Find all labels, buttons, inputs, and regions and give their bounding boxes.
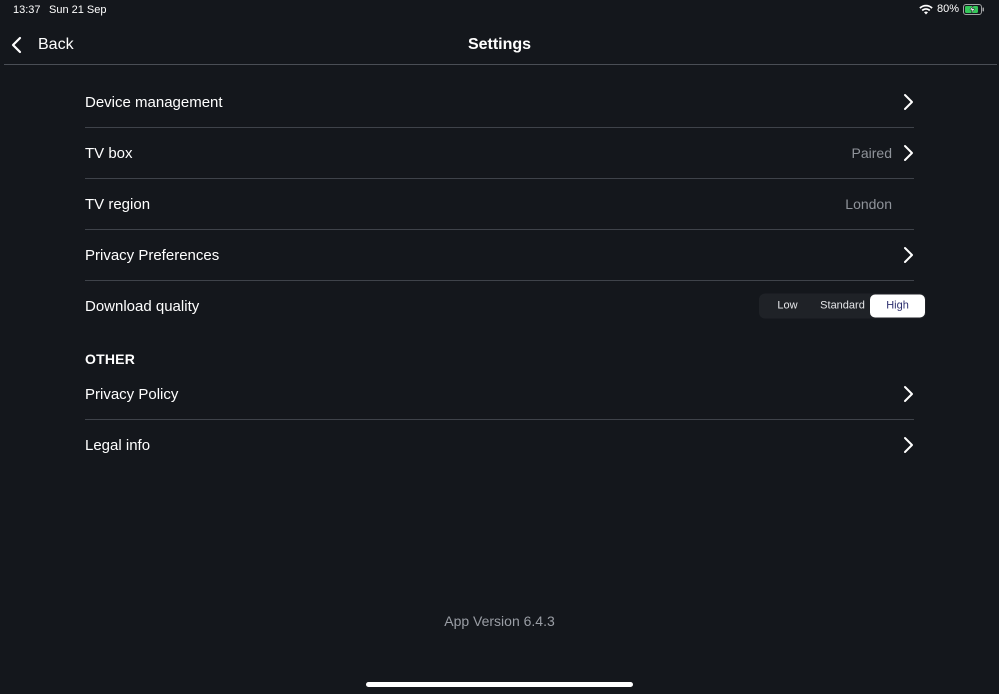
legal-info-row[interactable]: Legal info (85, 420, 914, 470)
chevron-right-icon (904, 386, 913, 402)
home-indicator[interactable] (366, 682, 633, 687)
battery-charging-icon (963, 3, 985, 15)
app-version: App Version 6.4.3 (444, 613, 555, 629)
status-date: Sun 21 Sep (49, 4, 107, 16)
navigation-bar: Back Settings (0, 22, 999, 65)
segment-high[interactable]: High (870, 294, 925, 318)
chevron-right-icon (904, 94, 913, 110)
status-indicators: 80% (919, 3, 985, 15)
page-title: Settings (467, 36, 532, 53)
row-label: Privacy Policy (85, 385, 179, 403)
row-value: Paired (851, 145, 892, 161)
download-quality-row: Download quality Low Standard High (85, 281, 926, 331)
chevron-right-icon (904, 145, 913, 161)
download-quality-segmented-control: Low Standard High (759, 293, 926, 319)
status-bar: 13:37 Sun 21 Sep 80% (0, 0, 999, 22)
row-label: Legal info (85, 436, 151, 454)
chevron-right-icon (904, 247, 913, 263)
other-list: Privacy Policy Legal info (85, 369, 914, 470)
tv-box-row[interactable]: TV box Paired (85, 128, 914, 179)
row-value: London (845, 196, 892, 212)
battery-percent: 80% (936, 3, 959, 15)
row-label: Device management (85, 93, 223, 111)
device-management-row[interactable]: Device management (85, 77, 914, 128)
row-label: TV region (85, 195, 151, 213)
row-label: TV box (85, 144, 133, 162)
chevron-right-icon (904, 437, 913, 453)
wifi-icon (919, 4, 933, 15)
settings-screen: 13:37 Sun 21 Sep 80% Back Settings Devic… (0, 0, 999, 694)
status-time: 13:37 (13, 4, 41, 16)
tv-region-row[interactable]: TV region London (85, 179, 914, 230)
row-label: Download quality (85, 297, 200, 315)
privacy-policy-row[interactable]: Privacy Policy (85, 369, 914, 420)
segment-standard[interactable]: Standard (815, 295, 870, 318)
section-header-other: OTHER (85, 351, 135, 367)
nav-divider (4, 64, 997, 65)
settings-list: Device management TV box Paired TV regio… (85, 77, 926, 331)
segment-low[interactable]: Low (760, 295, 815, 318)
privacy-preferences-row[interactable]: Privacy Preferences (85, 230, 914, 281)
row-label: Privacy Preferences (85, 246, 220, 264)
